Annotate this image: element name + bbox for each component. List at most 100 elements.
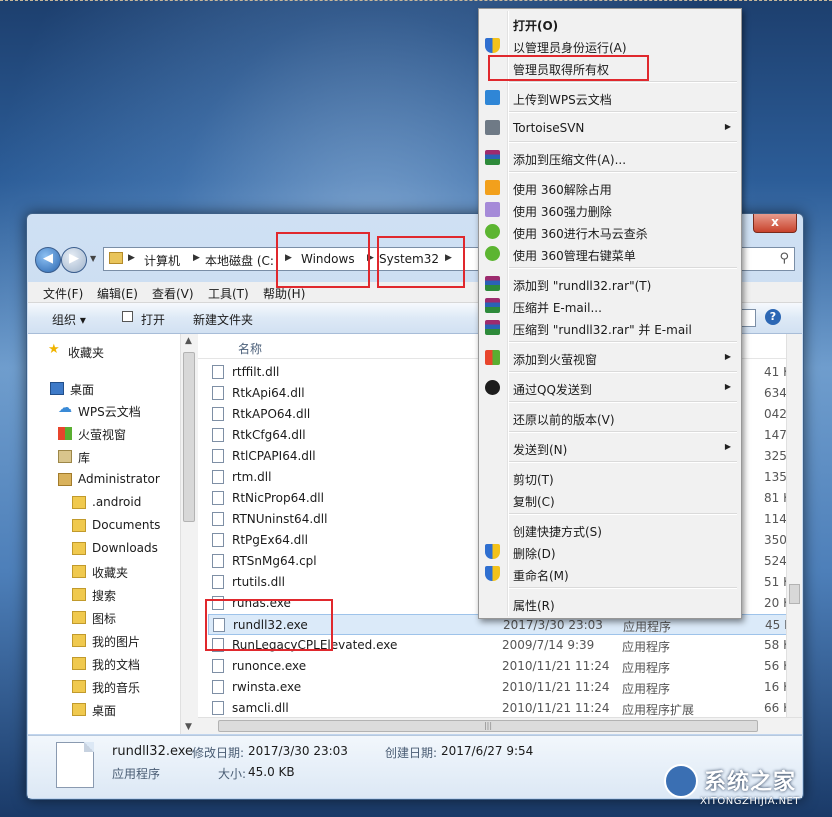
submenu-arrow-icon: ▶ — [724, 122, 731, 131]
context-menu-item[interactable]: 添加到压缩文件(A)... — [479, 147, 741, 169]
context-menu-item-label: 以管理员身份运行(A) — [513, 41, 627, 55]
context-menu-item[interactable]: 使用 360管理右键菜单 — [479, 243, 741, 265]
context-menu-item[interactable]: 压缩到 "rundll32.rar" 并 E-mail — [479, 317, 741, 339]
column-name-header[interactable]: 名称 — [238, 340, 262, 357]
navigation-scrollbar[interactable]: ▲ ▼ — [180, 334, 198, 734]
scroll-thumb[interactable] — [183, 352, 195, 522]
scroll-thumb[interactable] — [789, 584, 800, 604]
navigation-pane: ★ 收藏夹 桌面 ☁ WPS云文档 火萤视窗库 Administrator .android D… — [28, 334, 180, 734]
tree-item-label: 我的图片 — [92, 635, 141, 649]
file-list-scrollbar[interactable] — [786, 334, 802, 717]
tree-item-label: 我的文档 — [92, 658, 141, 672]
winrar-icon — [485, 276, 500, 291]
context-menu-item[interactable]: 通过QQ发送到 ▶ — [479, 377, 741, 399]
context-menu-item[interactable]: 删除(D) — [479, 541, 741, 563]
menu-separator — [509, 267, 737, 269]
menu-edit[interactable]: 编辑(E) — [97, 285, 138, 302]
watermark-logo-icon — [664, 764, 698, 798]
folder-icon — [72, 611, 86, 624]
context-menu-item-label: 属性(R) — [513, 599, 555, 613]
back-button[interactable]: ◀ — [35, 247, 61, 273]
context-menu-item-label: 发送到(N) — [513, 443, 568, 457]
context-menu-item[interactable]: 使用 360强力删除 — [479, 199, 741, 221]
highlight-system32 — [377, 236, 465, 288]
recent-pages-dropdown[interactable]: ▼ — [90, 254, 96, 263]
winrar-icon — [485, 298, 500, 313]
context-menu-item[interactable]: 使用 360进行木马云查杀 — [479, 221, 741, 243]
context-menu-item[interactable]: 发送到(N) ▶ — [479, 437, 741, 459]
folder-icon — [72, 519, 86, 532]
context-menu-item-label: 打开(O) — [513, 19, 559, 33]
context-menu-item-label: 压缩到 "rundll32.rar" 并 E-mail — [513, 323, 692, 337]
user-folder-icon — [58, 473, 72, 486]
help-button[interactable]: ? — [765, 309, 781, 325]
horizontal-scrollbar[interactable]: ||| — [198, 717, 802, 734]
library-icon — [58, 450, 72, 463]
context-menu-item[interactable]: 剪切(T) — [479, 467, 741, 489]
star-icon: ★ — [48, 342, 60, 357]
close-button[interactable]: x — [753, 214, 797, 233]
wps-cloud-icon — [485, 90, 500, 105]
file-name: rtutils.dll — [232, 575, 285, 589]
scroll-thumb[interactable]: ||| — [218, 720, 758, 732]
file-name: RTSnMg64.cpl — [232, 554, 317, 568]
scroll-up-icon[interactable]: ▲ — [185, 336, 192, 346]
context-menu-item[interactable]: 还原以前的版本(V) — [479, 407, 741, 429]
context-menu-item-label: 使用 360管理右键菜单 — [513, 249, 636, 263]
context-menu-item[interactable]: 重命名(M) — [479, 563, 741, 585]
new-folder-button[interactable]: 新建文件夹 — [193, 311, 253, 328]
tree-item-label: 火萤视窗 — [78, 428, 127, 442]
file-icon — [212, 386, 224, 400]
360-menu-icon — [485, 246, 500, 261]
file-row[interactable]: rwinsta.exe 2010/11/21 11:24 应用程序 16 KE — [208, 677, 802, 698]
forward-button[interactable]: ▶ — [61, 247, 87, 273]
breadcrumb-local-disk[interactable]: 本地磁盘 (C: — [205, 252, 274, 269]
context-menu-item[interactable]: 添加到火萤视窗 ▶ — [479, 347, 741, 369]
context-menu-item[interactable]: 上传到WPS云文档 — [479, 87, 741, 109]
file-name: rwinsta.exe — [232, 680, 302, 694]
360-delete-icon — [485, 202, 500, 217]
file-icon — [212, 680, 224, 694]
organize-button[interactable]: 组织 ▾ — [52, 311, 86, 328]
detail-modified: 2017/3/30 23:03 — [248, 744, 348, 758]
tree-item-label: Administrator — [78, 472, 160, 486]
file-name: runonce.exe — [232, 659, 307, 673]
desktop-icon — [50, 382, 64, 395]
context-menu-item-label: 通过QQ发送到 — [513, 383, 592, 397]
menu-file[interactable]: 文件(F) — [43, 285, 83, 302]
context-menu-item-label: 添加到火萤视窗 — [513, 353, 598, 367]
file-row[interactable]: runonce.exe 2010/11/21 11:24 应用程序 56 KE — [208, 656, 802, 677]
uac-shield-icon — [485, 38, 500, 53]
detail-type: 应用程序 — [112, 767, 161, 781]
open-button[interactable]: 打开 — [141, 311, 165, 328]
highlight-take-ownership — [488, 55, 649, 81]
context-menu-item[interactable]: 属性(R) — [479, 593, 741, 615]
breadcrumb-computer[interactable]: 计算机 — [144, 252, 180, 269]
context-menu-item[interactable]: 创建快捷方式(S) — [479, 519, 741, 541]
menu-separator — [509, 371, 737, 373]
context-menu-item[interactable]: 使用 360解除占用 — [479, 177, 741, 199]
file-icon — [212, 491, 224, 505]
context-menu-item[interactable]: 以管理员身份运行(A) — [479, 35, 741, 57]
context-menu-item-label: 还原以前的版本(V) — [513, 413, 615, 427]
context-menu-item[interactable]: 打开(O) — [479, 13, 741, 35]
file-icon — [212, 365, 224, 379]
tree-item-label: 库 — [78, 451, 91, 465]
file-icon — [212, 554, 224, 568]
context-menu-item[interactable]: 复制(C) — [479, 489, 741, 511]
scroll-down-icon[interactable]: ▼ — [185, 722, 192, 732]
file-date: 2010/11/21 11:24 — [502, 659, 610, 673]
file-icon — [212, 449, 224, 463]
file-name: RtkApi64.dll — [232, 386, 305, 400]
file-icon — [212, 575, 224, 589]
menu-tools[interactable]: 工具(T) — [208, 285, 249, 302]
file-row[interactable]: samcli.dll 2010/11/21 11:24 应用程序扩展 66 KE — [208, 698, 802, 719]
context-menu-item[interactable]: 压缩并 E-mail... — [479, 295, 741, 317]
folder-icon — [72, 588, 86, 601]
context-menu-item[interactable]: TortoiseSVN ▶ — [479, 117, 741, 139]
file-icon — [212, 407, 224, 421]
context-menu-item[interactable]: 添加到 "rundll32.rar"(T) — [479, 273, 741, 295]
menu-view[interactable]: 查看(V) — [152, 285, 194, 302]
context-menu-item-label: 压缩并 E-mail... — [513, 301, 602, 315]
detail-created: 2017/6/27 9:54 — [441, 744, 534, 758]
